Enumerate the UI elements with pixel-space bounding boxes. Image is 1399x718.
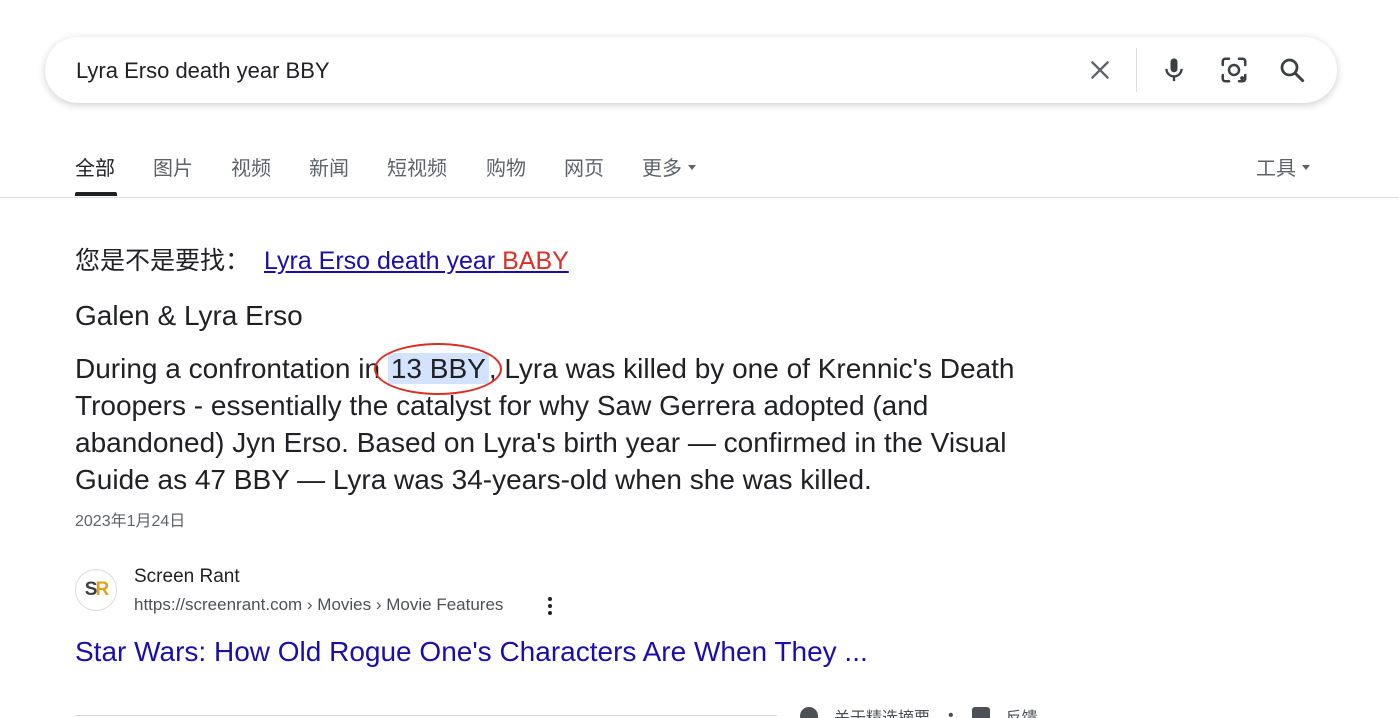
chevron-down-icon [688, 165, 696, 171]
feedback-link[interactable]: 反馈 [1006, 704, 1038, 718]
tab-all[interactable]: 全部 [75, 152, 115, 181]
snippet-footer: 关于精选摘要 • 反馈 [800, 704, 1038, 718]
tab-web[interactable]: 网页 [564, 152, 604, 181]
chevron-down-icon [1302, 165, 1310, 171]
search-input[interactable]: Lyra Erso death year BBY [76, 58, 330, 84]
did-you-mean-correction: BABY [502, 247, 569, 275]
did-you-mean-prefix: 您是不是要找： [75, 247, 251, 275]
close-icon[interactable] [1081, 51, 1119, 89]
snippet-highlight: 13 BBY [387, 353, 489, 384]
footer-separator: • [948, 707, 954, 718]
help-icon [800, 707, 818, 718]
tab-images[interactable]: 图片 [153, 152, 193, 181]
more-vert-icon[interactable] [540, 594, 560, 618]
lens-icon[interactable] [1215, 51, 1253, 89]
tab-videos[interactable]: 视频 [231, 152, 271, 181]
mic-icon[interactable] [1155, 51, 1193, 89]
search-bar[interactable]: Lyra Erso death year BBY [45, 37, 1337, 103]
tools-label: 工具 [1256, 158, 1296, 180]
source-favicon[interactable]: SR [75, 569, 117, 611]
divider [75, 715, 777, 716]
result-title-link[interactable]: Star Wars: How Old Rogue One's Character… [75, 636, 868, 668]
did-you-mean-link[interactable]: Lyra Erso death year BABY [264, 247, 569, 275]
active-tab-indicator [75, 192, 117, 196]
source-name[interactable]: Screen Rant [134, 566, 240, 588]
about-featured-snippets-link[interactable]: 关于精选摘要 [834, 704, 930, 718]
snippet-highlight-wrap: 13 BBY [373, 343, 502, 395]
snippet-text-before: During a confrontation in [75, 353, 388, 384]
feedback-icon [971, 707, 990, 718]
source-favicon-s: S [84, 579, 98, 600]
snippet-body: During a confrontation in 13 BBY, Lyra w… [75, 343, 1065, 498]
source-url[interactable]: https://screenrant.com › Movies › Movie … [134, 595, 503, 615]
search-bar-divider [1136, 48, 1137, 92]
tools-button[interactable]: 工具 [1256, 152, 1310, 181]
did-you-mean: 您是不是要找： Lyra Erso death year BABY [75, 241, 569, 277]
search-icon[interactable] [1273, 51, 1311, 89]
source-favicon-r: R [95, 579, 109, 600]
did-you-mean-link-text: Lyra Erso death year [264, 247, 503, 275]
search-results-page: Lyra Erso death year BBY 全部 图片 视频 新闻 短视频… [0, 0, 1399, 718]
search-tabs: 全部 图片 视频 新闻 短视频 购物 网页 更多 工具 [0, 140, 1399, 198]
tab-news[interactable]: 新闻 [309, 152, 349, 181]
tab-more[interactable]: 更多 [642, 152, 696, 181]
snippet-date: 2023年1月24日 [75, 513, 186, 530]
tab-shopping[interactable]: 购物 [486, 152, 526, 181]
tab-short-videos[interactable]: 短视频 [387, 152, 447, 181]
snippet-title: Galen & Lyra Erso [75, 300, 303, 331]
tab-more-label: 更多 [642, 158, 682, 180]
